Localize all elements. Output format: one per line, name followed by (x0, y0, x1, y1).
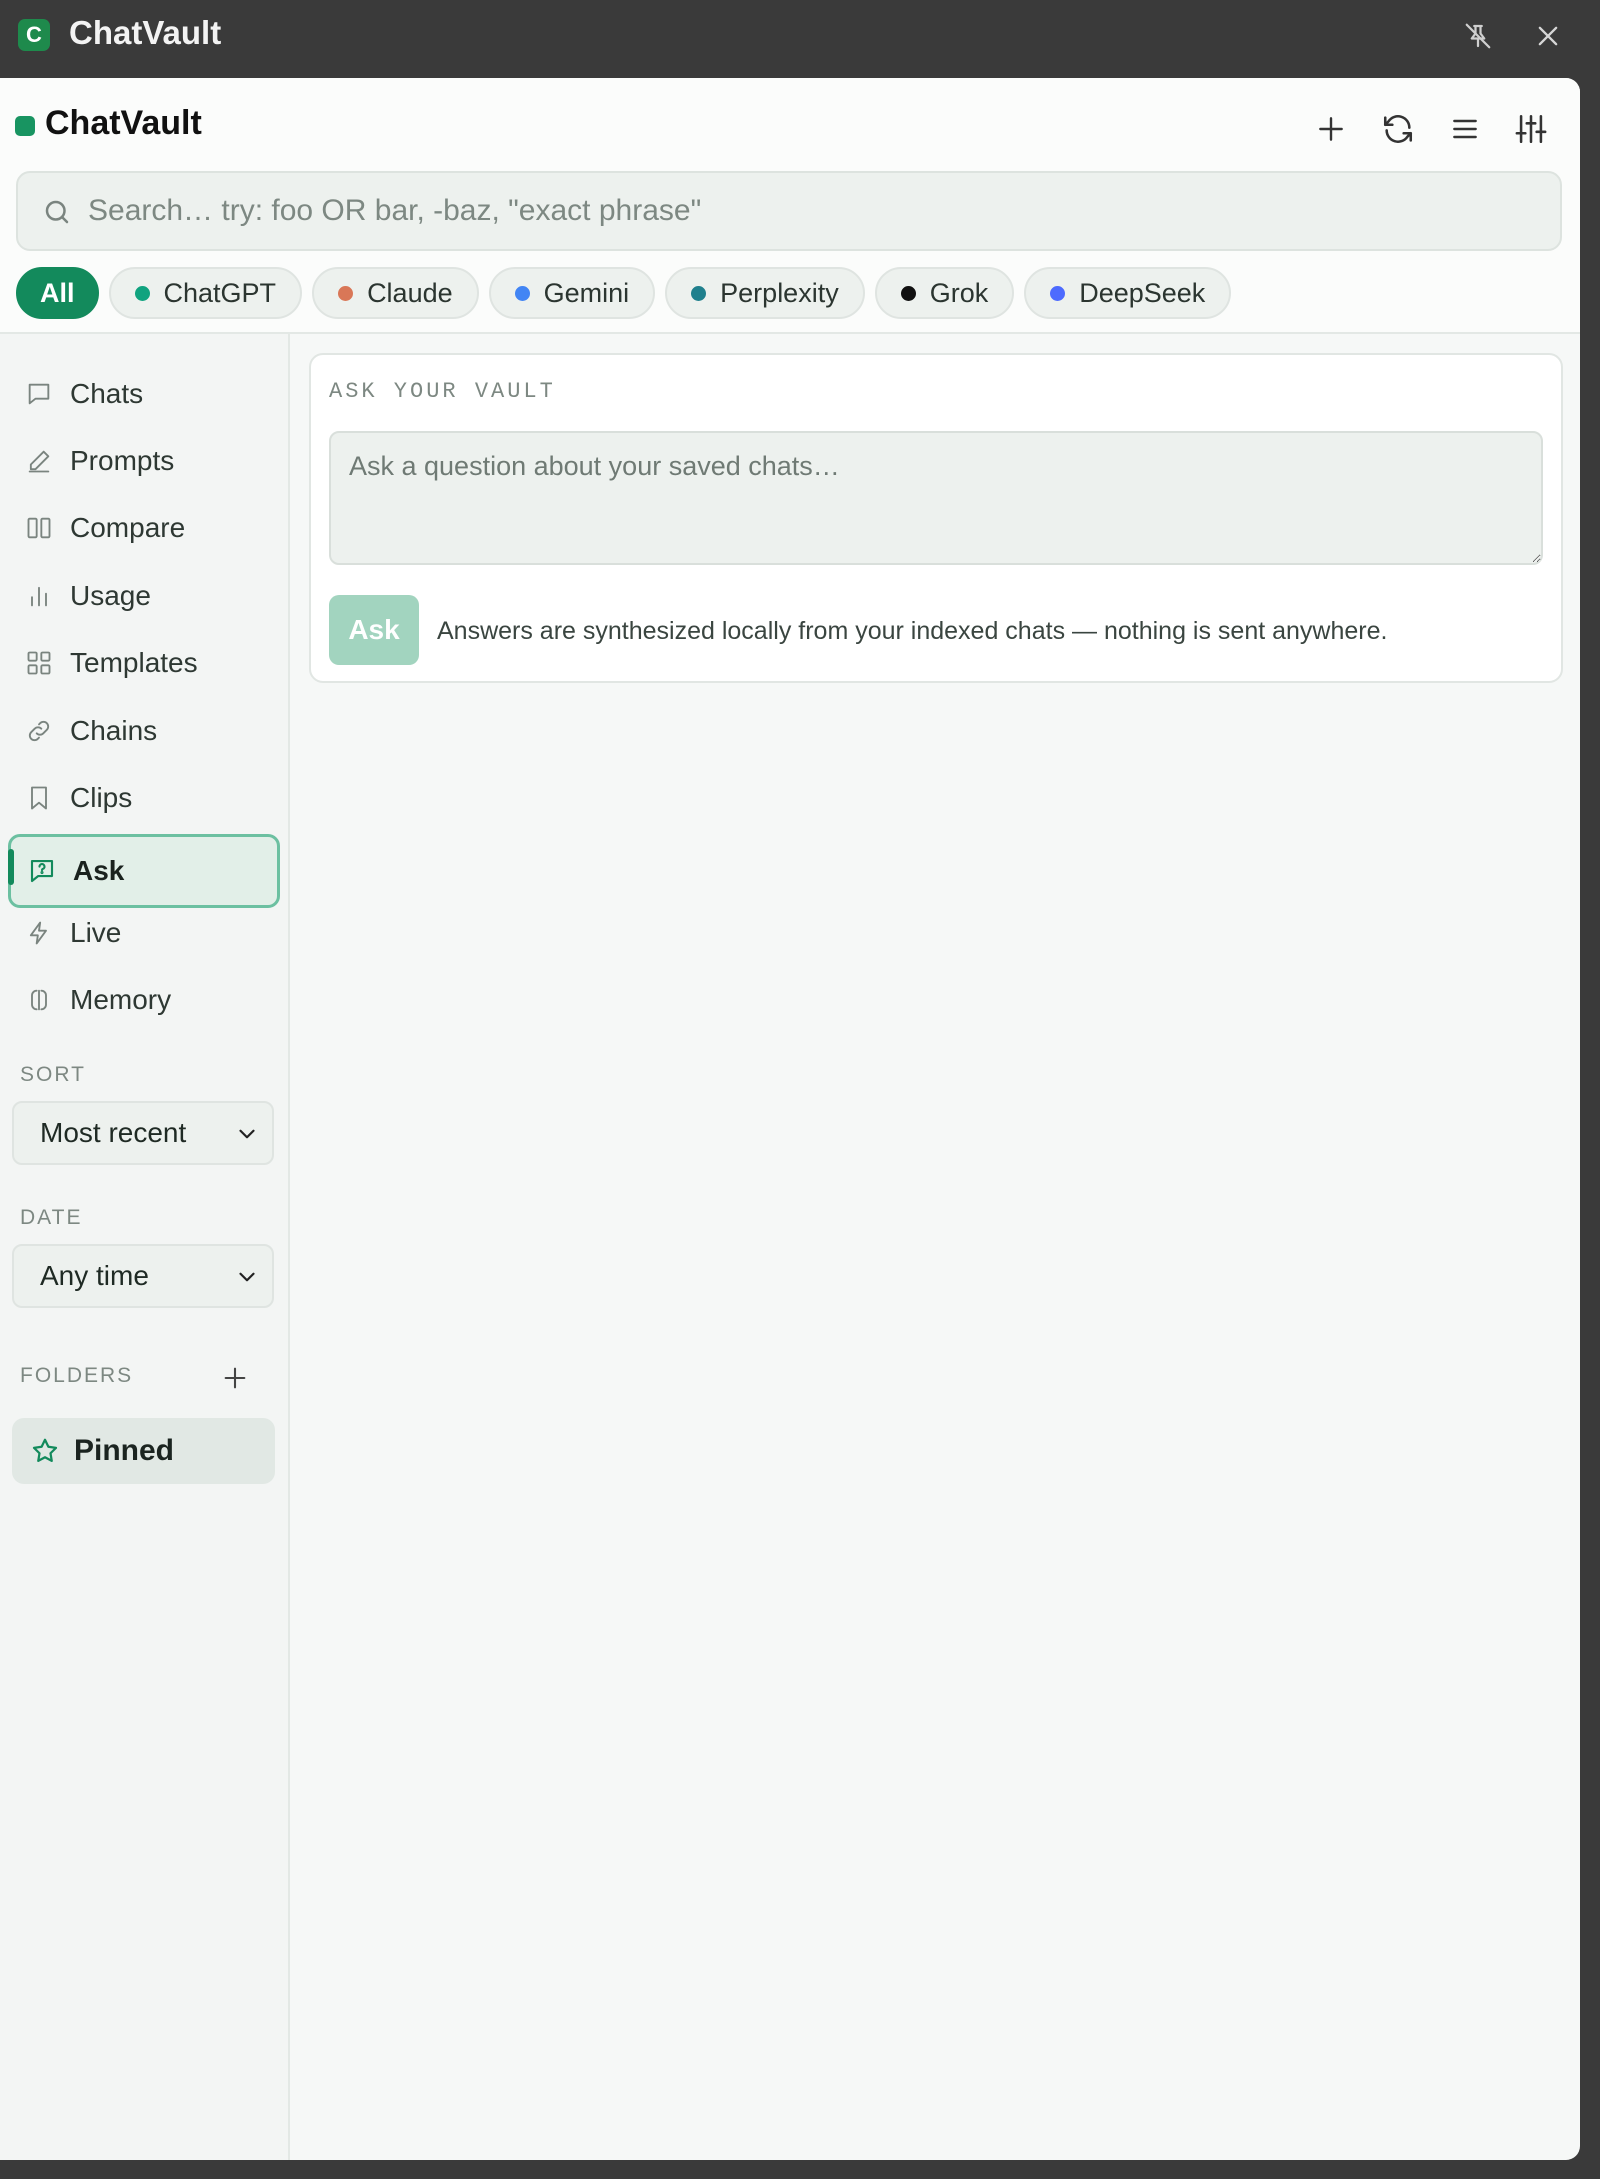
filter-chip-label: Grok (929, 277, 989, 308)
menu-button[interactable] (1440, 104, 1490, 154)
grid-icon (24, 648, 54, 678)
ask-privacy-note: Answers are synthesized locally from you… (437, 617, 1388, 645)
unpin-icon (1465, 23, 1491, 49)
sidebar-item-label: Live (70, 917, 122, 948)
sort-select[interactable]: Most recent (12, 1101, 274, 1165)
question-bubble-icon (27, 856, 57, 886)
lightning-icon (24, 918, 54, 948)
gemini-dot-icon (514, 285, 530, 301)
window-title-bar: C ChatVault (0, 0, 1600, 76)
sidebar-item-label: Compare (70, 512, 186, 543)
sidebar-item-usage[interactable]: Usage (8, 565, 280, 627)
sort-value: Most recent (40, 1117, 187, 1148)
plus-icon (224, 1367, 246, 1389)
date-label: DATE (20, 1206, 83, 1229)
filter-chip-chatgpt[interactable]: ChatGPT (108, 267, 303, 319)
sidebar-item-chats[interactable]: Chats (8, 363, 280, 425)
filter-chip-label: DeepSeek (1079, 277, 1206, 308)
folders-label: FOLDERS (20, 1364, 134, 1387)
sidebar-item-live[interactable]: Live (8, 902, 280, 964)
sidebar-item-label: Clips (70, 782, 133, 813)
chatgpt-dot-icon (134, 285, 150, 301)
date-value: Any time (40, 1260, 149, 1291)
close-icon (1538, 26, 1558, 46)
search-bar (16, 171, 1562, 251)
sidebar-item-chains[interactable]: Chains (8, 700, 280, 762)
refresh-icon (1383, 115, 1413, 143)
sidebar-item-clips[interactable]: Clips (8, 767, 280, 829)
ask-heading: ASK YOUR VAULT (329, 379, 556, 404)
app-panel: ChatVault All ChatGPT Claude Gemini Perp… (0, 78, 1580, 2160)
chevron-down-icon (239, 1129, 255, 1139)
sidebar-item-label: Memory (70, 984, 172, 1015)
brand-logo (15, 116, 35, 136)
plus-icon (1319, 117, 1343, 141)
filter-chip-label: Gemini (543, 277, 630, 308)
sidebar-item-label: Templates (70, 647, 198, 678)
filter-chip-label: All (40, 277, 75, 308)
chevron-down-icon (239, 1272, 255, 1282)
filter-chip-all[interactable]: All (16, 267, 99, 319)
filter-chip-label: Claude (367, 277, 453, 308)
provider-filters: All ChatGPT Claude Gemini Perplexity Gro… (16, 267, 1232, 319)
search-icon (45, 200, 69, 224)
bar-chart-icon (24, 581, 54, 611)
sidebar-item-compare[interactable]: Compare (8, 497, 280, 559)
filter-chip-gemini[interactable]: Gemini (488, 267, 656, 319)
date-select[interactable]: Any time (12, 1244, 274, 1308)
sidebar-item-templates[interactable]: Templates (8, 632, 280, 694)
close-window-button[interactable] (1528, 16, 1568, 56)
star-icon (32, 1438, 58, 1462)
header: ChatVault All ChatGPT Claude Gemini Perp… (0, 78, 1580, 334)
filter-chip-label: Perplexity (720, 277, 839, 308)
pencil-icon (24, 446, 54, 476)
app-icon: C (18, 19, 50, 51)
sidebar-item-label: Ask (73, 855, 125, 886)
filter-chip-perplexity[interactable]: Perplexity (665, 267, 865, 319)
sidebar-item-ask[interactable]: Ask (8, 834, 280, 908)
brain-icon (24, 985, 54, 1015)
bookmark-icon (24, 783, 54, 813)
sidebar-item-prompts[interactable]: Prompts (8, 430, 280, 492)
ask-card: ASK YOUR VAULT Ask Answers are synthesiz… (309, 353, 1563, 683)
window-title: ChatVault (69, 14, 222, 51)
filter-chip-claude[interactable]: Claude (312, 267, 479, 319)
link-icon (24, 716, 54, 746)
settings-button[interactable] (1506, 104, 1556, 154)
filter-chip-deepseek[interactable]: DeepSeek (1024, 267, 1232, 319)
folder-label: Pinned (74, 1434, 175, 1467)
perplexity-dot-icon (691, 285, 707, 301)
unpin-button[interactable] (1458, 16, 1498, 56)
chat-bubble-icon (24, 379, 54, 409)
sidebar-item-label: Chats (70, 378, 144, 409)
new-button[interactable] (1306, 104, 1356, 154)
sidebar-item-label: Chains (70, 715, 158, 746)
add-folder-button[interactable] (218, 1361, 252, 1395)
brand-title: ChatVault (45, 104, 202, 142)
deepseek-dot-icon (1050, 285, 1066, 301)
search-input[interactable] (88, 173, 1538, 249)
refresh-button[interactable] (1373, 104, 1423, 154)
menu-icon (1453, 119, 1477, 139)
sidebar: Chats Prompts Compare Usage Templates Ch… (0, 334, 290, 2160)
grok-dot-icon (900, 285, 916, 301)
ask-button[interactable]: Ask (329, 595, 419, 665)
filter-chip-grok[interactable]: Grok (874, 267, 1015, 319)
ask-input[interactable] (329, 431, 1543, 565)
sidebar-item-label: Usage (70, 580, 151, 611)
columns-icon (24, 513, 54, 543)
claude-dot-icon (338, 285, 354, 301)
folder-pinned[interactable]: Pinned (12, 1418, 275, 1484)
sidebar-item-memory[interactable]: Memory (8, 969, 280, 1031)
sliders-icon (1515, 114, 1547, 144)
sort-label: SORT (20, 1063, 86, 1086)
filter-chip-label: ChatGPT (163, 277, 277, 308)
sidebar-item-label: Prompts (70, 445, 175, 476)
